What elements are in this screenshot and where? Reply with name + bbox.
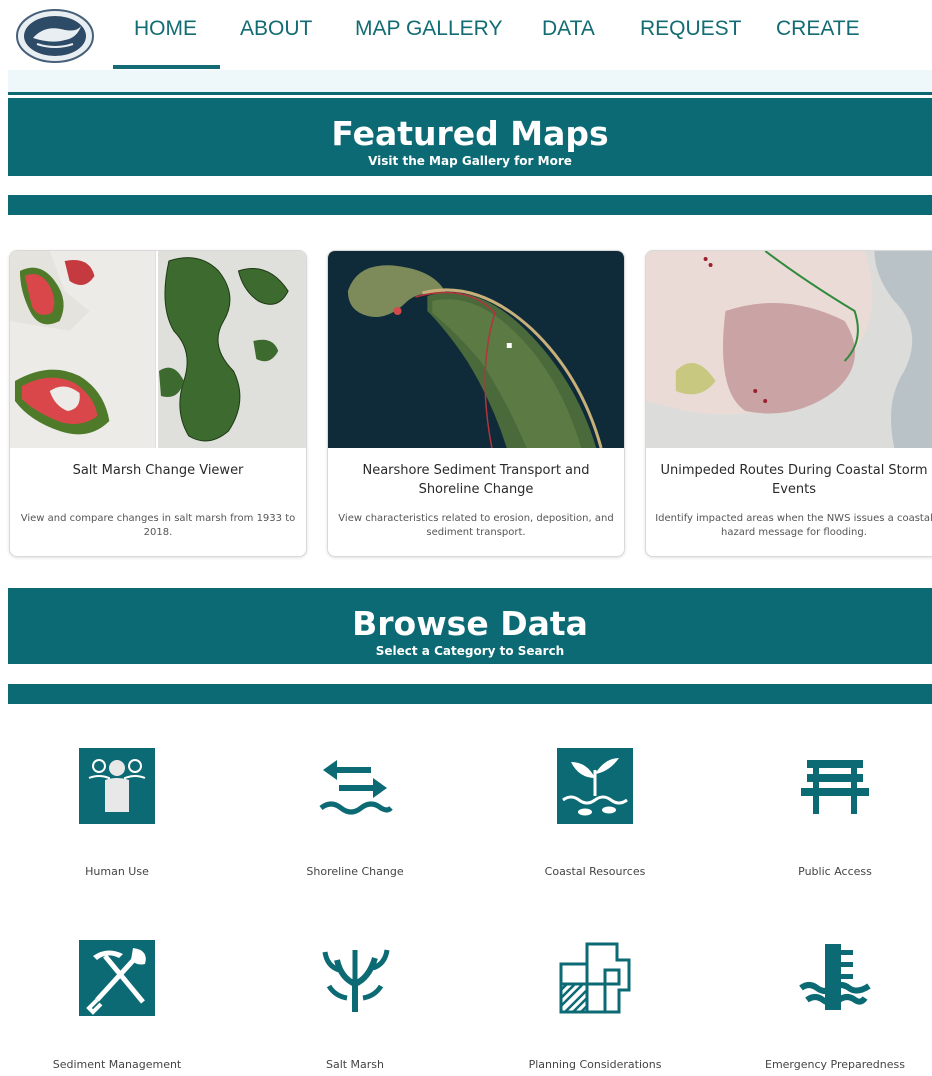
browse-data-title: Browse Data <box>352 604 588 643</box>
category-label: Human Use <box>85 865 149 878</box>
nav-strip <box>8 70 932 92</box>
category-label: Planning Considerations <box>528 1058 662 1071</box>
category-planning-considerations[interactable]: Planning Considerations <box>495 940 695 1076</box>
browse-divider-bar <box>8 684 932 704</box>
browse-data-banner: Browse Data Select a Category to Search <box>8 588 932 664</box>
category-label: Sediment Management <box>52 1058 182 1071</box>
card-title: Salt Marsh Change Viewer <box>72 463 244 478</box>
nav-request[interactable]: REQUEST <box>640 17 742 41</box>
card-title: Nearshore Sediment Transport and Shoreli… <box>362 463 590 497</box>
featured-maps-banner: Featured Maps Visit the Map Gallery for … <box>8 98 932 176</box>
card-description: View and compare changes in salt marsh f… <box>20 513 296 538</box>
bench-icon <box>801 760 869 814</box>
category-emergency-preparedness[interactable]: Emergency Preparedness <box>735 940 932 1076</box>
featured-divider-bar <box>8 195 932 215</box>
people-icon <box>79 748 155 824</box>
map-card-unimpeded-routes[interactable]: Unimpeded Routes During Coastal Storm Ev… <box>645 250 932 557</box>
sediment-transport-map-thumbnail <box>328 251 624 448</box>
category-label: Coastal Resources <box>544 865 646 878</box>
nav-data[interactable]: DATA <box>542 17 595 41</box>
category-label: Salt Marsh <box>325 1058 385 1071</box>
nav-divider <box>8 92 932 95</box>
category-salt-marsh[interactable]: Salt Marsh <box>255 940 455 1076</box>
unimpeded-routes-map-thumbnail <box>646 251 932 448</box>
nav-map-gallery[interactable]: MAP GALLERY <box>355 17 502 41</box>
card-description: Identify impacted areas when the NWS iss… <box>655 513 932 538</box>
category-human-use[interactable]: Human Use <box>17 748 217 888</box>
plant-fish-icon <box>557 748 633 824</box>
card-description: View characteristics related to erosion,… <box>338 513 614 538</box>
card-title: Unimpeded Routes During Coastal Storm Ev… <box>660 463 928 497</box>
site-logo[interactable] <box>15 8 95 64</box>
category-label: Emergency Preparedness <box>765 1058 905 1071</box>
featured-maps-subtitle[interactable]: Visit the Map Gallery for More <box>8 154 932 169</box>
salt-marsh-map-thumbnail <box>10 251 306 448</box>
marsh-grass-icon <box>322 949 390 1012</box>
pick-shovel-icon <box>79 940 155 1016</box>
category-sediment-management[interactable]: Sediment Management <box>17 940 217 1076</box>
nav-create[interactable]: CREATE <box>776 17 860 41</box>
map-card-sediment-transport[interactable]: Nearshore Sediment Transport and Shoreli… <box>327 250 625 557</box>
shoreline-arrows-icon <box>319 760 393 815</box>
active-nav-indicator <box>113 65 220 69</box>
category-label: Shoreline Change <box>306 865 404 878</box>
category-shoreline-change[interactable]: Shoreline Change <box>255 748 455 888</box>
parcel-map-icon <box>559 942 631 1014</box>
featured-maps-title: Featured Maps <box>331 114 609 153</box>
top-nav: HOME ABOUT MAP GALLERY DATA REQUEST CREA… <box>0 0 932 70</box>
map-card-salt-marsh[interactable]: Salt Marsh Change Viewer View and compar… <box>9 250 307 557</box>
category-public-access[interactable]: Public Access <box>735 748 932 888</box>
nav-home[interactable]: HOME <box>134 17 197 41</box>
category-label: Public Access <box>798 865 872 878</box>
category-coastal-resources[interactable]: Coastal Resources <box>495 748 695 888</box>
nav-about[interactable]: ABOUT <box>240 17 312 41</box>
flood-gauge-icon <box>799 944 871 1010</box>
browse-data-subtitle: Select a Category to Search <box>375 644 565 658</box>
